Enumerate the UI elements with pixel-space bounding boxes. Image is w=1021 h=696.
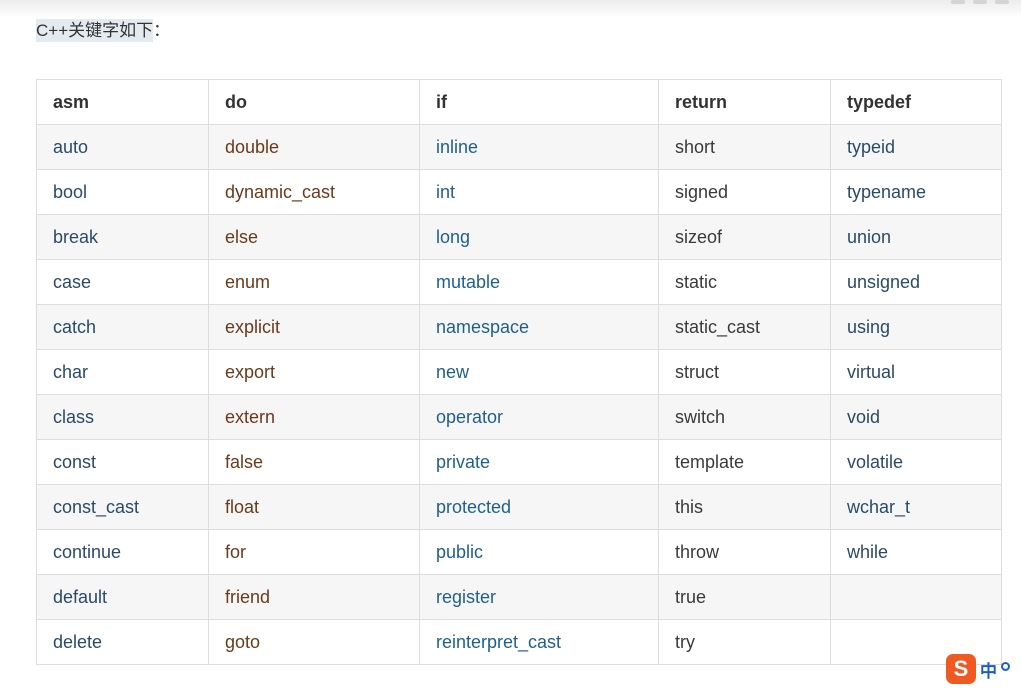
table-cell: catch bbox=[36, 304, 209, 350]
table-cell: double bbox=[208, 124, 420, 170]
table-cell bbox=[830, 574, 1002, 620]
table-cell: template bbox=[658, 439, 831, 485]
table-header-cell: return bbox=[658, 79, 831, 125]
table-cell: using bbox=[830, 304, 1002, 350]
intro-colon: ： bbox=[153, 21, 171, 40]
table-cell: char bbox=[36, 349, 209, 395]
table-cell: false bbox=[208, 439, 420, 485]
table-row: auto double inline short typeid bbox=[36, 124, 1002, 170]
table-cell: extern bbox=[208, 394, 420, 440]
table-cell: goto bbox=[208, 619, 420, 665]
table-cell: while bbox=[830, 529, 1002, 575]
table-header-cell: if bbox=[419, 79, 659, 125]
window-dot[interactable] bbox=[995, 0, 1009, 4]
table-cell: true bbox=[658, 574, 831, 620]
table-row: default friend register true bbox=[36, 574, 1002, 620]
table-cell: const_cast bbox=[36, 484, 209, 530]
table-cell: typename bbox=[830, 169, 1002, 215]
table-cell: class bbox=[36, 394, 209, 440]
table-cell: void bbox=[830, 394, 1002, 440]
table-cell: delete bbox=[36, 619, 209, 665]
table-cell: sizeof bbox=[658, 214, 831, 260]
table-header-row: asm do if return typedef bbox=[36, 79, 1002, 125]
table-cell: const bbox=[36, 439, 209, 485]
table-cell: default bbox=[36, 574, 209, 620]
table-cell: bool bbox=[36, 169, 209, 215]
table-cell: dynamic_cast bbox=[208, 169, 420, 215]
table-cell: static_cast bbox=[658, 304, 831, 350]
table-cell: reinterpret_cast bbox=[419, 619, 659, 665]
window-controls[interactable] bbox=[951, 0, 1009, 6]
table-cell: int bbox=[419, 169, 659, 215]
table-header-cell: asm bbox=[36, 79, 209, 125]
keyword-table: asm do if return typedef auto double inline sho… bbox=[36, 79, 1002, 665]
table-header-cell: typedef bbox=[830, 79, 1002, 125]
table-cell: switch bbox=[658, 394, 831, 440]
table-cell: auto bbox=[36, 124, 209, 170]
page: C++关键字如下： asm do if return typedef auto doubl… bbox=[0, 0, 1021, 696]
table-cell: static bbox=[658, 259, 831, 305]
table-cell: struct bbox=[658, 349, 831, 395]
ime-punctuation-icon[interactable] bbox=[1001, 661, 1010, 671]
table-cell: signed bbox=[658, 169, 831, 215]
table-cell: float bbox=[208, 484, 420, 530]
table-header-cell: do bbox=[208, 79, 420, 125]
table-body: auto double inline short typeid bool dynamic_c… bbox=[36, 124, 1002, 665]
table-cell: case bbox=[36, 259, 209, 305]
table-cell: register bbox=[419, 574, 659, 620]
table-row: catch explicit namespace static_cast using bbox=[36, 304, 1002, 350]
sogou-ime-icon[interactable]: S bbox=[946, 654, 976, 684]
table-cell: inline bbox=[419, 124, 659, 170]
ime-language-toggle[interactable]: 中 bbox=[980, 657, 997, 682]
table-row: char export new struct virtual bbox=[36, 349, 1002, 395]
table-cell: try bbox=[658, 619, 831, 665]
table-cell: volatile bbox=[830, 439, 1002, 485]
table-cell: protected bbox=[419, 484, 659, 530]
table-cell: operator bbox=[419, 394, 659, 440]
table-cell: wchar_t bbox=[830, 484, 1002, 530]
table-cell: new bbox=[419, 349, 659, 395]
top-shade bbox=[0, 0, 1021, 18]
intro-text: C++关键字如下： bbox=[36, 19, 170, 43]
table-cell: typeid bbox=[830, 124, 1002, 170]
table-cell: long bbox=[419, 214, 659, 260]
table-cell: enum bbox=[208, 259, 420, 305]
table-cell: private bbox=[419, 439, 659, 485]
table-cell: short bbox=[658, 124, 831, 170]
table-cell: public bbox=[419, 529, 659, 575]
table-cell: union bbox=[830, 214, 1002, 260]
table-row: break else long sizeof union bbox=[36, 214, 1002, 260]
table-cell: continue bbox=[36, 529, 209, 575]
table-cell: export bbox=[208, 349, 420, 395]
table-cell: else bbox=[208, 214, 420, 260]
table-row: class extern operator switch void bbox=[36, 394, 1002, 440]
table-cell: namespace bbox=[419, 304, 659, 350]
table-cell: this bbox=[658, 484, 831, 530]
table-cell: mutable bbox=[419, 259, 659, 305]
table-cell: friend bbox=[208, 574, 420, 620]
table-row: const false private template volatile bbox=[36, 439, 1002, 485]
table-cell: unsigned bbox=[830, 259, 1002, 305]
table-cell: for bbox=[208, 529, 420, 575]
table-row: continue for public throw while bbox=[36, 529, 1002, 575]
table-row: const_cast float protected this wchar_t bbox=[36, 484, 1002, 530]
table-cell: virtual bbox=[830, 349, 1002, 395]
table-cell: throw bbox=[658, 529, 831, 575]
table-row: delete goto reinterpret_cast try bbox=[36, 619, 1002, 665]
window-dot[interactable] bbox=[951, 0, 965, 4]
table-row: case enum mutable static unsigned bbox=[36, 259, 1002, 305]
window-dot[interactable] bbox=[973, 0, 987, 4]
ime-toolbar[interactable]: S 中 bbox=[946, 652, 1021, 686]
intro-highlight: C++关键字如下 bbox=[36, 19, 154, 42]
table-cell: break bbox=[36, 214, 209, 260]
table-cell: explicit bbox=[208, 304, 420, 350]
table-row: bool dynamic_cast int signed typename bbox=[36, 169, 1002, 215]
